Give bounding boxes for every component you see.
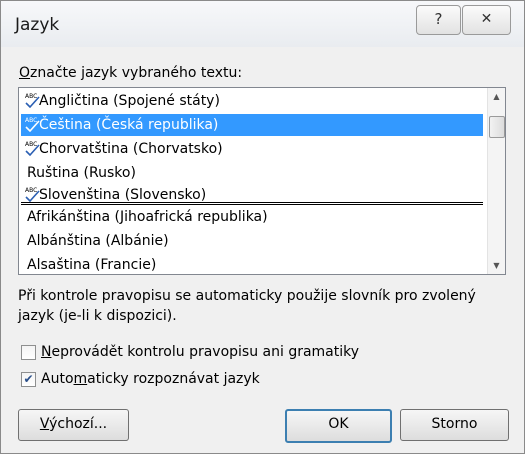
language-label: Ruština (Rusko)	[27, 165, 136, 181]
auto-detect-label: Automaticky rozpoznávat jazyk	[41, 371, 260, 387]
auto-detect-checkbox[interactable]: ✔	[21, 372, 36, 387]
set-default-button[interactable]: Výchozí...	[18, 409, 129, 441]
spellcheck-abc-icon: ABC	[25, 141, 40, 156]
spellcheck-abc-icon: ABC	[25, 93, 40, 108]
language-label: Albánština (Albánie)	[27, 233, 169, 249]
language-label: Afrikánština (Jihoafrická republika)	[27, 209, 268, 225]
language-list-item[interactable]: Ruština (Rusko)	[21, 162, 483, 184]
list-separator	[21, 202, 483, 205]
svg-text:ABC: ABC	[25, 141, 37, 148]
svg-text:ABC: ABC	[25, 93, 37, 100]
language-list-item[interactable]: ABC Angličtina (Spojené státy)	[21, 90, 483, 112]
svg-text:ABC: ABC	[25, 117, 37, 124]
language-list-item[interactable]: Afrikánština (Jihoafrická republika)	[21, 206, 483, 228]
language-listbox[interactable]: ABC Angličtina (Spojené státy) ABC Čeština …	[18, 87, 506, 275]
scroll-down-arrow-icon[interactable]: ▼	[488, 257, 505, 274]
language-list-label: Označte jazyk vybraného textu:	[19, 65, 243, 81]
spellcheck-abc-icon: ABC	[25, 117, 40, 132]
vertical-scrollbar[interactable]: ▲ ▼	[487, 88, 505, 274]
language-dialog: Jazyk ? ✕ Označte jazyk vybraného textu:…	[0, 0, 525, 454]
language-label: Chorvatština (Chorvatsko)	[39, 141, 223, 157]
spellcheck-info-text: Při kontrole pravopisu se automaticky po…	[18, 288, 476, 324]
scrollbar-thumb[interactable]	[489, 116, 505, 138]
scroll-up-arrow-icon[interactable]: ▲	[488, 88, 505, 105]
no-proofing-label: Neprovádět kontrolu pravopisu ani gramat…	[41, 344, 360, 360]
close-button[interactable]: ✕	[462, 5, 511, 35]
help-icon: ?	[434, 10, 443, 28]
ok-button[interactable]: OK	[285, 409, 392, 443]
cancel-button[interactable]: Storno	[400, 409, 509, 441]
spellcheck-abc-icon: ABC	[25, 187, 40, 202]
no-proofing-checkbox[interactable]	[21, 345, 36, 360]
title-bar: Jazyk ? ✕	[1, 1, 524, 47]
language-label: Angličtina (Spojené státy)	[39, 93, 220, 109]
language-label: Čeština (Česká republika)	[39, 117, 219, 133]
language-list-item[interactable]: Alsaština (Francie)	[21, 254, 483, 274]
svg-text:ABC: ABC	[25, 187, 37, 194]
language-list-item[interactable]: ABC Čeština (Česká republika)	[21, 114, 483, 136]
dialog-title: Jazyk	[15, 15, 60, 35]
language-list-item[interactable]: ABC Chorvatština (Chorvatsko)	[21, 138, 483, 160]
help-button[interactable]: ?	[416, 5, 461, 35]
language-label: Alsaština (Francie)	[27, 257, 157, 273]
language-list-item[interactable]: Albánština (Albánie)	[21, 230, 483, 252]
close-icon: ✕	[480, 11, 493, 27]
